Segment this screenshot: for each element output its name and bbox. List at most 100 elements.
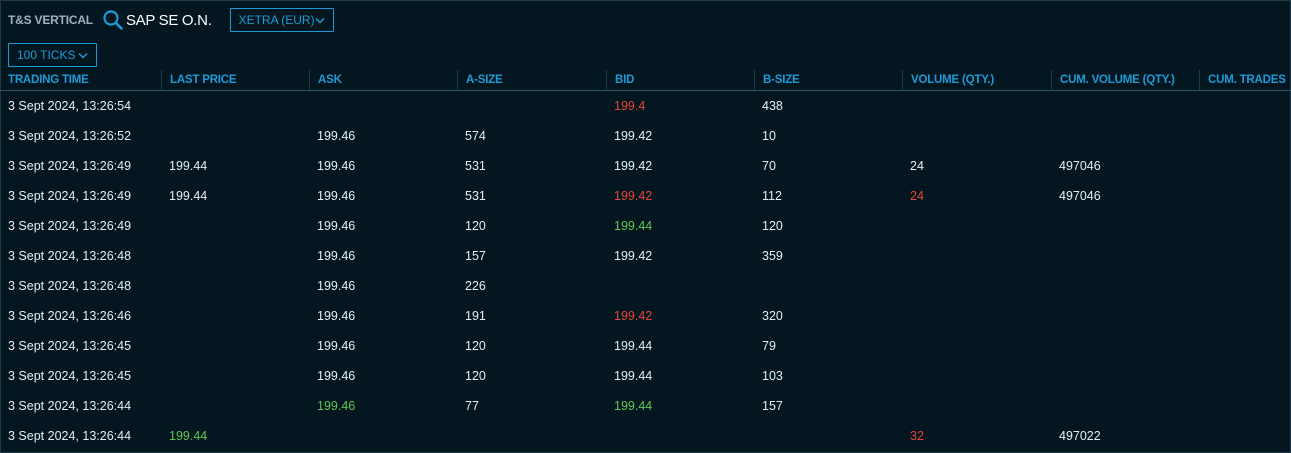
table-row[interactable]: 3 Sept 2024, 13:26:45 199.46 120 199.44 79 xyxy=(0,331,1291,361)
cell-cum-trades xyxy=(1199,151,1207,181)
exchange-dropdown[interactable]: XETRA (EUR) xyxy=(229,8,334,32)
cell-volume xyxy=(902,361,910,391)
cell-a-size: 574 xyxy=(465,129,486,143)
cell-trading-time: 3 Sept 2024, 13:26:48 xyxy=(8,279,132,293)
cell-ask: 199.46 xyxy=(317,369,356,383)
cell-bid: 199.42 xyxy=(614,249,653,263)
column-header-trading-time[interactable]: TRADING TIME xyxy=(0,70,161,90)
cell-b-size: 157 xyxy=(762,399,783,413)
table-row[interactable]: 3 Sept 2024, 13:26:48 199.46 226 xyxy=(0,271,1291,301)
widget-title: T&S VERTICAL xyxy=(8,13,93,27)
cell-a-size xyxy=(457,421,465,451)
cell-cum-trades xyxy=(1199,301,1207,331)
cell-b-size xyxy=(754,271,762,301)
cell-cum-trades xyxy=(1199,271,1207,301)
cell-b-size: 320 xyxy=(762,309,783,323)
cell-b-size: 10 xyxy=(762,129,776,143)
column-header-cum-trades[interactable]: CUM. TRADES xyxy=(1199,70,1291,90)
cell-volume xyxy=(902,391,910,421)
cell-a-size: 531 xyxy=(465,189,486,203)
table-row[interactable]: 3 Sept 2024, 13:26:49 199.44 199.46 531 199.… xyxy=(0,151,1291,181)
cell-a-size: 191 xyxy=(465,309,486,323)
cell-trading-time: 3 Sept 2024, 13:26:52 xyxy=(8,129,132,143)
table-row[interactable]: 3 Sept 2024, 13:26:52 199.46 574 199.42 10 xyxy=(0,121,1291,151)
column-header-bid[interactable]: BID xyxy=(606,70,754,90)
search-icon[interactable] xyxy=(102,9,124,31)
cell-ask: 199.46 xyxy=(317,219,356,233)
cell-trading-time: 3 Sept 2024, 13:26:45 xyxy=(8,369,132,383)
cell-bid: 199.42 xyxy=(614,159,653,173)
table-row[interactable]: 3 Sept 2024, 13:26:49 199.44 199.46 531 199.… xyxy=(0,181,1291,211)
cell-last-price xyxy=(161,301,169,331)
cell-a-size: 120 xyxy=(465,339,486,353)
column-header-a-size[interactable]: A-SIZE xyxy=(457,70,606,90)
cell-trading-time: 3 Sept 2024, 13:26:49 xyxy=(8,189,132,203)
cell-trading-time: 3 Sept 2024, 13:26:49 xyxy=(8,219,132,233)
cell-cum-trades xyxy=(1199,121,1207,151)
cell-last-price xyxy=(161,271,169,301)
cell-bid: 199.44 xyxy=(614,369,653,383)
cell-bid: 199.44 xyxy=(614,339,653,353)
ticks-dropdown[interactable]: 100 TICKS xyxy=(8,43,97,67)
cell-cum-trades xyxy=(1199,331,1207,361)
table-row[interactable]: 3 Sept 2024, 13:26:49 199.46 120 199.44 120 xyxy=(0,211,1291,241)
cell-cum-trades xyxy=(1199,421,1207,451)
table-row[interactable]: 3 Sept 2024, 13:26:54 199.4 438 xyxy=(0,91,1291,121)
cell-volume xyxy=(902,331,910,361)
cell-bid: 199.44 xyxy=(614,399,653,413)
cell-last-price xyxy=(161,121,169,151)
table-row[interactable]: 3 Sept 2024, 13:26:46 199.46 191 199.42 320 xyxy=(0,301,1291,331)
table-row[interactable]: 3 Sept 2024, 13:26:44 199.46 77 199.44 157 xyxy=(0,391,1291,421)
cell-ask: 199.46 xyxy=(317,249,356,263)
cell-volume: 24 xyxy=(910,159,924,173)
cell-cum-volume xyxy=(1051,211,1059,241)
table-row[interactable]: 3 Sept 2024, 13:26:44 199.44 32 497022 xyxy=(0,421,1291,451)
exchange-dropdown-label: XETRA (EUR) xyxy=(238,13,315,27)
cell-trading-time: 3 Sept 2024, 13:26:48 xyxy=(8,249,132,263)
cell-cum-volume xyxy=(1051,391,1059,421)
cell-last-price xyxy=(161,361,169,391)
table-row[interactable]: 3 Sept 2024, 13:26:48 199.46 157 199.42 359 xyxy=(0,241,1291,271)
cell-bid: 199.4 xyxy=(614,99,646,113)
column-header-volume[interactable]: VOLUME (QTY.) xyxy=(902,70,1051,90)
cell-trading-time: 3 Sept 2024, 13:26:45 xyxy=(8,339,132,353)
cell-cum-volume xyxy=(1051,241,1059,271)
cell-volume xyxy=(902,91,910,121)
toolbar: T&S VERTICAL SAP SE O.N. XETRA (EUR) xyxy=(8,8,334,32)
cell-volume xyxy=(902,241,910,271)
column-header-cum-volume[interactable]: CUM. VOLUME (QTY.) xyxy=(1051,70,1199,90)
cell-last-price xyxy=(161,91,169,121)
cell-trading-time: 3 Sept 2024, 13:26:54 xyxy=(8,99,132,113)
cell-volume xyxy=(902,271,910,301)
column-header-b-size[interactable]: B-SIZE xyxy=(754,70,902,90)
cell-a-size: 531 xyxy=(465,159,486,173)
instrument-name[interactable]: SAP SE O.N. xyxy=(126,12,212,29)
cell-ask xyxy=(309,421,317,451)
cell-cum-volume: 497022 xyxy=(1059,429,1101,443)
cell-last-price xyxy=(161,391,169,421)
table-header: TRADING TIME LAST PRICE ASK A-SIZE BID B… xyxy=(0,70,1291,91)
cell-a-size: 120 xyxy=(465,369,486,383)
cell-cum-volume xyxy=(1051,91,1059,121)
table-body: 3 Sept 2024, 13:26:54 199.4 438 3 Sept 2024… xyxy=(0,91,1291,451)
cell-ask: 199.46 xyxy=(317,159,356,173)
cell-cum-trades xyxy=(1199,241,1207,271)
cell-bid: 199.44 xyxy=(614,219,653,233)
cell-bid: 199.42 xyxy=(614,309,653,323)
cell-ask xyxy=(309,91,317,121)
column-header-ask[interactable]: ASK xyxy=(309,70,457,90)
cell-bid: 199.42 xyxy=(614,189,653,203)
cell-volume: 24 xyxy=(910,189,924,203)
cell-trading-time: 3 Sept 2024, 13:26:44 xyxy=(8,429,132,443)
cell-last-price xyxy=(161,241,169,271)
cell-trading-time: 3 Sept 2024, 13:26:49 xyxy=(8,159,132,173)
cell-cum-volume xyxy=(1051,121,1059,151)
cell-b-size: 103 xyxy=(762,369,783,383)
cell-b-size: 79 xyxy=(762,339,776,353)
cell-a-size: 120 xyxy=(465,219,486,233)
column-header-last-price[interactable]: LAST PRICE xyxy=(161,70,309,90)
table-row[interactable]: 3 Sept 2024, 13:26:45 199.46 120 199.44 103 xyxy=(0,361,1291,391)
cell-a-size xyxy=(457,91,465,121)
cell-volume xyxy=(902,121,910,151)
cell-cum-trades xyxy=(1199,211,1207,241)
